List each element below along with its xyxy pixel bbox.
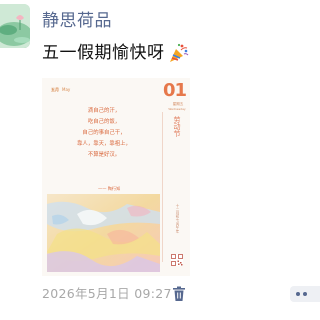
- poem-line: 靠人，靠天，靠祖上，: [77, 141, 131, 147]
- poem-line: 滴自己的汗，: [87, 108, 121, 114]
- more-dots-icon[interactable]: [290, 286, 320, 302]
- calendar-festival: 劳动节: [173, 116, 181, 137]
- post-message: 五一假期愉快呀: [42, 42, 189, 64]
- watercolor-artwork: [47, 194, 160, 272]
- dot: [296, 292, 300, 296]
- calendar-weekday-en: Wednesday: [168, 107, 186, 111]
- post-timestamp: 2026年5月1日 09:27: [42, 286, 172, 301]
- moments-post: 静思荷品 五一假期愉快呀 五月 May 01 星期五 Wednesday 滴自己的…: [0, 0, 320, 320]
- calendar-image[interactable]: 五月 May 01 星期五 Wednesday 滴自己的汗， 吃自己的饭， 自己的…: [42, 78, 190, 276]
- calendar-divider: [162, 112, 163, 262]
- poem-line: 自己的事自己干，: [82, 130, 126, 136]
- poem-line: 吃自己的饭，: [87, 119, 121, 125]
- calendar-month: 五月 May: [51, 87, 71, 92]
- qr-code-icon: [171, 254, 183, 266]
- calendar-day: 01: [163, 80, 187, 101]
- poem-author: —— 陶行知: [98, 186, 121, 191]
- post-message-text: 五一假期愉快呀: [42, 43, 165, 63]
- poem-line: 不算是好汉。: [87, 152, 121, 158]
- calendar-poem: 滴自己的汗， 吃自己的饭， 自己的事自己干， 靠人，靠天，靠祖上， 不算是好汉。: [58, 106, 150, 161]
- party-popper-icon: [167, 42, 189, 64]
- dot: [303, 292, 307, 296]
- author-name[interactable]: 静思荷品: [42, 11, 112, 31]
- trash-icon[interactable]: [172, 286, 186, 302]
- calendar-lunar-date: 十二月初七 丙午年: [176, 204, 180, 234]
- avatar[interactable]: [0, 4, 30, 48]
